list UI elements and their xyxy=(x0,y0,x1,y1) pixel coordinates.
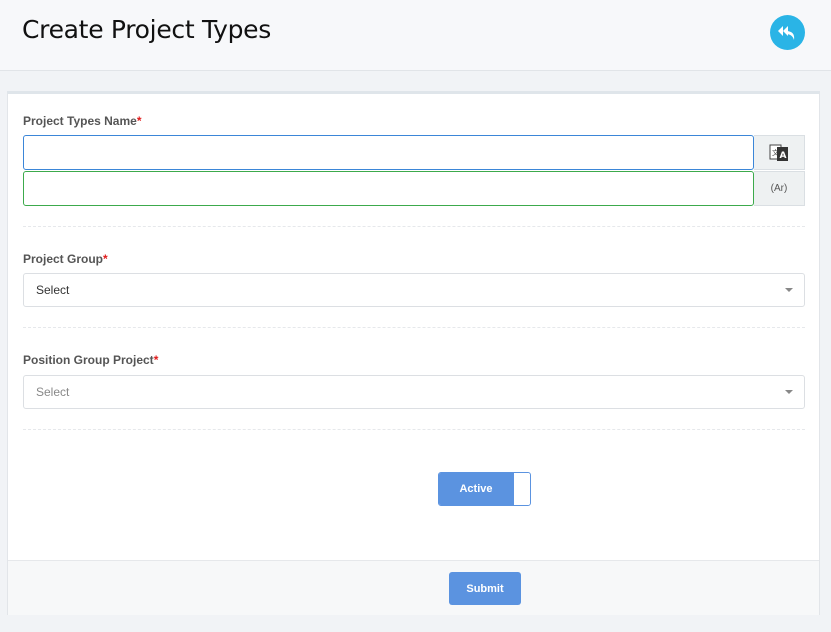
submit-button[interactable]: Submit xyxy=(449,572,521,605)
chevron-down-icon xyxy=(785,390,793,394)
reply-arrow-icon xyxy=(777,25,794,40)
project-group-select[interactable]: Select xyxy=(23,273,805,307)
required-mark: * xyxy=(136,114,142,128)
toggle-handle[interactable] xyxy=(513,473,530,505)
project-types-name-label: Project Types Name* xyxy=(23,114,142,128)
form-card: Project Types Name* 文 A (Ar) Project Gro… xyxy=(7,91,820,615)
project-types-name-ar-input[interactable] xyxy=(23,171,754,206)
page-header: Create Project Types xyxy=(0,0,831,71)
active-toggle[interactable]: Active xyxy=(438,472,531,506)
chevron-down-icon xyxy=(785,288,793,292)
position-group-project-selected-value: Select xyxy=(36,385,70,399)
position-group-project-select[interactable]: Select xyxy=(23,375,805,409)
project-group-label: Project Group* xyxy=(23,252,108,266)
translate-icon: 文 A xyxy=(769,144,788,161)
position-group-project-label: Position Group Project* xyxy=(23,353,159,367)
required-mark: * xyxy=(103,252,108,266)
divider xyxy=(23,226,805,227)
arabic-addon: (Ar) xyxy=(754,171,805,206)
back-button[interactable] xyxy=(770,15,805,50)
divider xyxy=(23,429,805,430)
page-title: Create Project Types xyxy=(22,15,271,44)
svg-text:A: A xyxy=(780,151,787,161)
active-toggle-label: Active xyxy=(439,473,513,505)
project-group-selected-value: Select xyxy=(36,283,70,297)
translate-addon[interactable]: 文 A xyxy=(754,135,805,170)
required-mark: * xyxy=(153,353,159,367)
project-types-name-input[interactable] xyxy=(23,135,754,170)
card-footer: Submit xyxy=(8,560,819,615)
divider xyxy=(23,327,805,328)
